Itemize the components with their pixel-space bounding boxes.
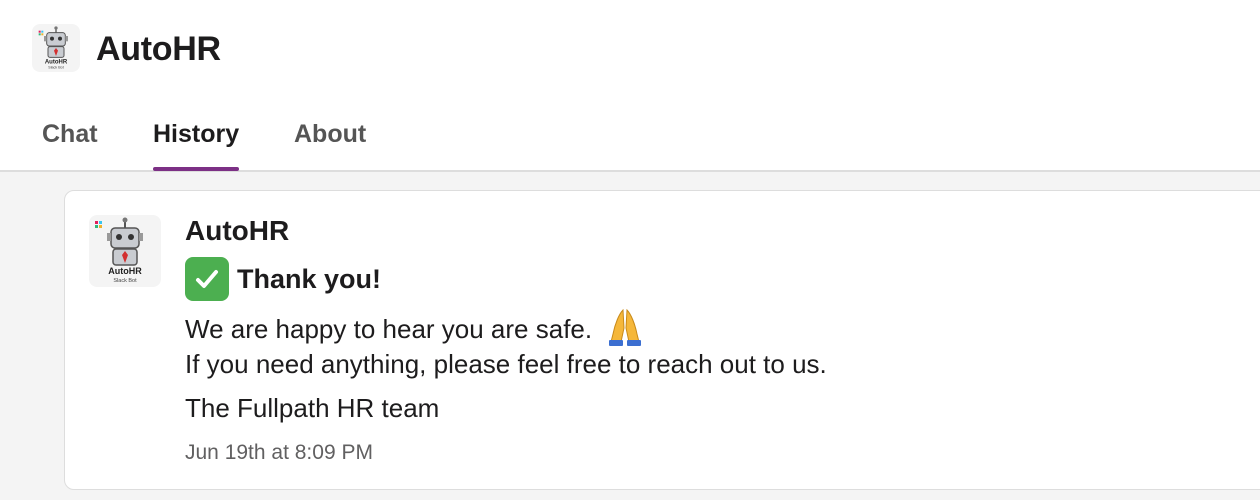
message-timestamp[interactable]: Jun 19th at 8:09 PM [185,441,373,465]
app-title: AutoHR [96,30,221,68]
avatar-subcaption: Slack Bot [113,278,137,284]
tab-about[interactable]: About [294,120,366,170]
active-tab-indicator [153,167,240,171]
tab-bar: Chat History About [0,100,1260,172]
tab-history[interactable]: History [153,120,240,171]
avatar-caption: AutoHR [45,59,68,65]
message-line: If you need anything, please feel free t… [185,349,827,379]
message-heading: Thank you! [185,257,382,301]
check-mark-icon [185,257,229,301]
avatar-subcaption: Slack Bot [48,66,63,70]
tab-chat-label: Chat [42,120,98,148]
tab-chat[interactable]: Chat [42,120,98,170]
message-line-text: We are happy to hear you are safe. [185,314,593,344]
app-avatar[interactable]: AutoHR Slack Bot [32,24,80,72]
history-pane[interactable]: AutoHR Slack Bot AutoHR Thank you! We ar… [0,172,1260,500]
robot-icon: AutoHR Slack Bot [95,217,143,284]
heading-text: Thank you! [237,263,382,294]
folded-hands-icon [603,306,647,353]
message-card: AutoHR Slack Bot AutoHR Thank you! We ar… [64,190,1260,490]
avatar-caption: AutoHR [108,266,142,276]
sender-avatar[interactable]: AutoHR Slack Bot [89,215,161,287]
sender-name[interactable]: AutoHR [185,215,289,247]
tab-about-label: About [294,120,367,148]
message-line: The Fullpath HR team [185,393,440,423]
message-line: We are happy to hear you are safe. [185,306,647,353]
tab-history-label: History [153,120,240,148]
robot-icon: AutoHR Slack Bot [38,26,68,70]
app-header: AutoHR Slack Bot AutoHR [0,0,1260,100]
